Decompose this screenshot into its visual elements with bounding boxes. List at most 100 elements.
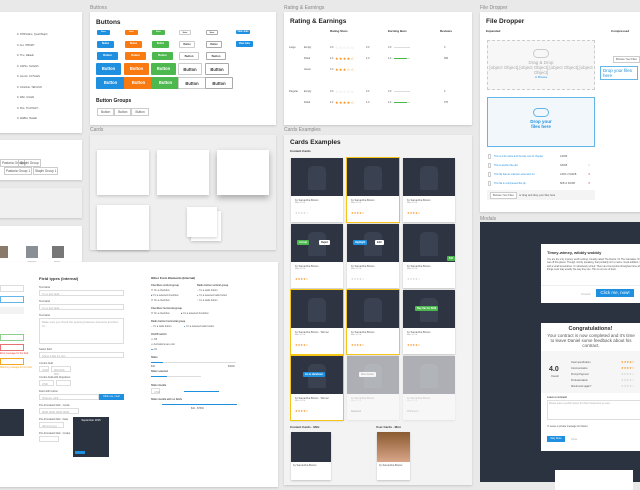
content-card[interactable]: Highlight Edit by Samantha Brown Bars & Oh ★… — [347, 224, 399, 288]
button[interactable]: Button — [206, 52, 226, 60]
button[interactable]: Button — [151, 63, 176, 75]
content-card[interactable]: by Samantha Brown Bars & Oh ★★★★☆ — [403, 158, 455, 222]
card-input[interactable]: 0000 0000 0000 0000 — [39, 408, 79, 414]
card-reconsider-button[interactable]: Reconsider — [359, 372, 377, 377]
text-field[interactable]: I'm a text field... — [39, 290, 124, 296]
text-input-warning[interactable] — [0, 358, 24, 365]
card-price-button[interactable]: $10 — [447, 256, 455, 261]
tag[interactable]: Staphi Group — [18, 159, 41, 167]
content-card[interactable]: $10 by Samantha Brown Bars & Oh ★★★★☆ — [403, 224, 455, 288]
code-input[interactable] — [39, 436, 59, 442]
mini-user-card[interactable]: by Samantha Brown — [377, 432, 410, 480]
select-field[interactable]: Show it like it's hot... — [39, 352, 124, 358]
radio-selected[interactable]: ● I'm a selected radio button — [197, 294, 227, 297]
button[interactable]: Button — [206, 41, 222, 48]
radio[interactable]: ○ I'm a radio button — [197, 289, 218, 292]
double-slider-no-fields[interactable] — [162, 404, 237, 405]
content-card[interactable]: by Samantha Brown Bars & Oh ★★★★☆ — [346, 157, 400, 223]
group-button[interactable]: Button — [131, 108, 149, 116]
card-accept-button[interactable]: Accept — [297, 240, 309, 245]
slider[interactable] — [151, 362, 236, 363]
cancel-button[interactable]: Cancel — [581, 292, 590, 296]
remove-icon[interactable]: ✕ — [588, 172, 591, 176]
switch-animated[interactable]: ▭ Animations are cool — [151, 343, 175, 346]
private-message-checkbox[interactable]: ☐ Leave a private message for Daniel — [547, 425, 587, 428]
content-card[interactable]: Accept Reject by Samantha Brown Bars & Oh ★★… — [291, 224, 343, 288]
button[interactable]: Button — [125, 30, 138, 35]
combo-input[interactable]: 000-000-000 — [51, 366, 71, 376]
compressed-drop-zone[interactable]: Drop your files here — [600, 66, 638, 81]
text-field[interactable]: I'm a text field... — [39, 304, 124, 310]
currency-dropdown[interactable]: USD — [39, 380, 54, 386]
button[interactable]: Button — [179, 41, 195, 48]
view-jobs-button[interactable]: View Jobs — [236, 30, 250, 34]
button[interactable]: Button — [152, 52, 173, 60]
card-go-button[interactable]: Go to Handover — [303, 372, 325, 377]
currency-select[interactable]: USD — [39, 366, 49, 372]
content-card[interactable]: Go to Handover by Samantha Brown · Winner… — [290, 355, 344, 421]
button-field-input[interactable]: Obtener click... — [39, 394, 99, 400]
confirm-button[interactable]: Click me, now! — [596, 289, 634, 297]
button[interactable]: Button — [151, 77, 180, 89]
view-jobs-button[interactable]: View Jobs — [236, 41, 253, 47]
button[interactable]: Button — [205, 77, 233, 89]
button[interactable]: Button — [97, 52, 118, 60]
card-edit-button[interactable]: Edit — [375, 240, 384, 245]
criterion-stars[interactable]: ★★★★☆ — [621, 378, 634, 382]
criterion-stars[interactable]: ★★★★☆ — [621, 384, 634, 388]
text-input[interactable] — [0, 285, 24, 292]
textarea[interactable]: Make sure you check the spacing between … — [39, 318, 124, 344]
radio[interactable]: ○ I'm a radio button — [197, 299, 218, 302]
compressed-browse-button[interactable]: Browse Your Files — [613, 56, 640, 63]
button[interactable]: Button — [124, 63, 149, 75]
button[interactable]: Button — [205, 63, 229, 75]
button[interactable]: Button — [152, 30, 165, 35]
criterion-stars[interactable]: ★★★★☆ — [621, 372, 634, 376]
switch-off[interactable]: ▭ Off — [151, 338, 157, 341]
button[interactable]: Button — [97, 41, 114, 48]
date-picker[interactable]: September 2015 — [73, 417, 109, 457]
close-button[interactable]: Close — [571, 438, 577, 441]
group-button[interactable]: Button — [114, 108, 132, 116]
button[interactable]: Button — [97, 30, 110, 35]
text-input-success[interactable] — [0, 334, 24, 341]
radio[interactable]: ○ I'm a radio button — [151, 325, 172, 328]
radio-selected[interactable]: ● I'm a selected radio button — [184, 325, 214, 328]
submit-button[interactable]: Stay Done — [547, 436, 565, 442]
button[interactable]: Button — [125, 41, 142, 48]
content-card[interactable]: Buy this for $100 by Samantha Brown Bars &… — [403, 290, 455, 354]
card-reject-button[interactable]: Reject — [319, 240, 331, 245]
button[interactable]: Button — [179, 30, 191, 35]
comment-textarea[interactable]: Please leave a public review for other f… — [547, 400, 640, 420]
remove-icon[interactable]: ✕ — [588, 181, 591, 185]
tag[interactable]: Pastoria Group 1 — [4, 167, 33, 175]
button[interactable]: Button — [178, 63, 202, 75]
group-button[interactable]: Button — [97, 108, 115, 116]
checkbox[interactable]: ☐ I'm a checkbox — [151, 289, 170, 292]
browse-files-button[interactable]: Browse Your Files — [490, 192, 517, 199]
tag[interactable]: Staphi Group 1 — [33, 167, 59, 175]
content-card[interactable]: by Samantha Brown Bars & Oh ★★★★☆ — [291, 158, 343, 222]
field-button[interactable]: Click me, now! — [99, 394, 124, 400]
checkbox-selected[interactable]: ■ I'm a selected checkbox — [151, 294, 179, 297]
content-card[interactable]: by Samantha Brown Bars & Oh Withdrawn — [403, 356, 455, 420]
criterion-stars[interactable]: ★★★★☆ — [621, 366, 634, 370]
button[interactable]: Button — [125, 52, 146, 60]
checkbox[interactable]: ☐ I'm a checkbox — [151, 299, 170, 302]
button[interactable]: Button — [96, 77, 125, 89]
checkbox-selected[interactable]: ■ I'm a selected checkbox — [181, 312, 209, 315]
switch-on[interactable]: ▬ On — [151, 348, 157, 351]
button[interactable]: Button — [178, 77, 206, 89]
mini-content-card[interactable]: by Samantha Brown — [291, 432, 331, 480]
combo-dropdown-input[interactable] — [56, 380, 71, 386]
drop-zone-active[interactable]: Drop your files here — [487, 97, 595, 147]
drop-zone[interactable]: Drag & Drop [object Object],[object Obje… — [487, 40, 595, 90]
date-input[interactable]: dd/mm/yyyy — [39, 422, 64, 428]
button[interactable]: Button — [179, 52, 199, 60]
slider-selected[interactable] — [151, 376, 201, 377]
criterion-stars[interactable]: ★★★★☆ — [621, 360, 634, 364]
text-input-error[interactable] — [0, 344, 24, 351]
card-highlight-button[interactable]: Highlight — [353, 240, 368, 245]
card-buy-button[interactable]: Buy this for $100 — [415, 306, 439, 311]
button[interactable]: Button — [96, 63, 121, 75]
